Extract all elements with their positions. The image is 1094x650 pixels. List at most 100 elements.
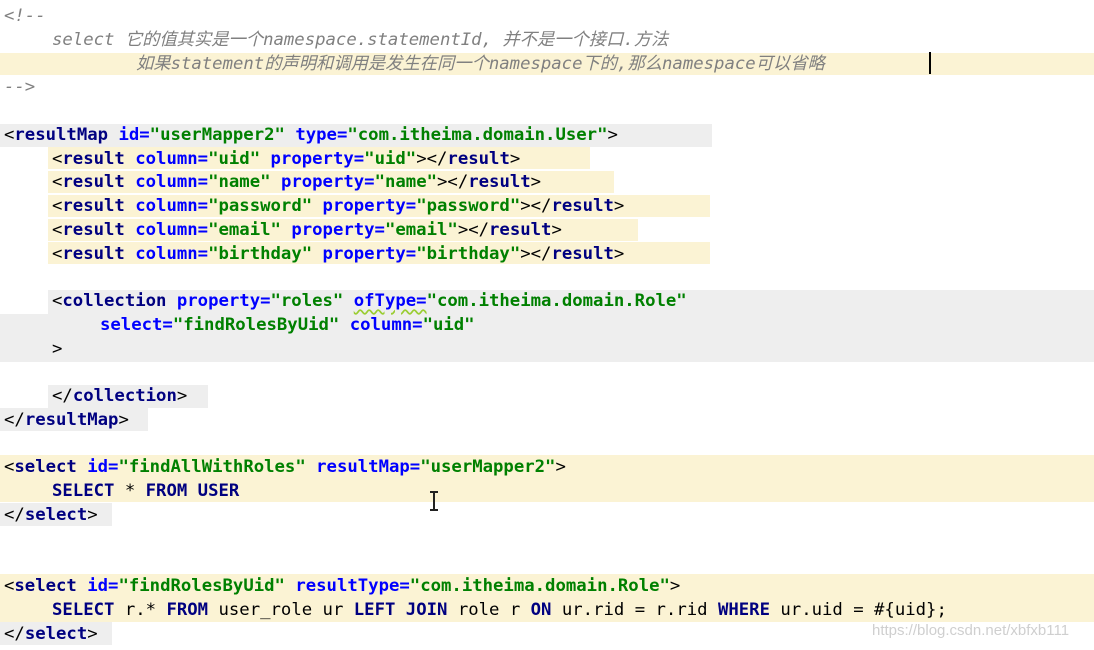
code-token: result (62, 243, 136, 264)
code-token: select 它的值其实是一个namespace.statementId, 并不… (52, 29, 669, 50)
code-token: > (52, 338, 63, 359)
code-token: < (52, 243, 63, 264)
code-line[interactable]: <result column="name" property="name"></… (52, 170, 541, 194)
code-token: ></ (437, 172, 469, 193)
code-line[interactable]: </resultMap> (4, 408, 129, 432)
code-token: resultType= (295, 576, 410, 596)
code-token: > (87, 504, 98, 525)
code-token: > (551, 219, 562, 240)
code-token: id= (118, 124, 150, 145)
code-token: * (124, 481, 146, 501)
code-line[interactable]: <result column="uid" property="uid"></re… (52, 147, 520, 171)
code-token: "name" (208, 172, 281, 193)
code-token: > (555, 457, 566, 478)
code-token: </ (52, 386, 73, 406)
code-token: "email" (208, 219, 292, 240)
code-token: id= (87, 457, 119, 478)
code-line[interactable]: </select> (4, 503, 98, 527)
code-token: result (62, 148, 136, 169)
code-line[interactable]: SELECT * FROM USER (52, 479, 239, 503)
code-token: "com.itheima.domain.Role" (409, 576, 670, 596)
code-token: LEFT JOIN (353, 599, 458, 620)
code-token: WHERE (717, 599, 781, 620)
code-token: "roles" (270, 291, 354, 311)
code-line[interactable]: <result column="email" property="email">… (52, 218, 562, 242)
code-token: ur.rid = r.rid (561, 599, 718, 620)
code-token: </ (4, 409, 25, 430)
code-line[interactable]: <select id="findRolesByUid" resultType="… (4, 574, 680, 598)
code-token: "birthday" (416, 243, 521, 264)
ibeam-cursor-icon (430, 491, 438, 511)
code-token: role r (457, 599, 531, 620)
code-token: resultMap (14, 124, 119, 145)
code-token: property= (176, 291, 271, 311)
code-token: </ (4, 504, 25, 525)
code-token: < (52, 172, 63, 193)
code-token: user_role ur (218, 599, 354, 620)
code-token: ofType= (353, 291, 427, 311)
code-token: 如果statement的声明和调用是发生在同一个namespace下的,那么na… (136, 53, 825, 74)
code-token: select (14, 457, 88, 478)
code-token: ></ (416, 148, 448, 169)
code-token: resultMap (24, 409, 119, 430)
code-token: result (551, 196, 614, 216)
code-token: < (4, 457, 15, 478)
code-token: > (613, 196, 625, 216)
code-token: < (52, 219, 63, 240)
code-token: <!-- (4, 6, 46, 26)
code-line[interactable]: <collection property="roles" ofType="com… (52, 289, 687, 313)
code-line[interactable]: <select id="findAllWithRoles" resultMap=… (4, 455, 566, 479)
code-token: "userMapper2" (149, 124, 296, 145)
code-token: > (607, 124, 618, 145)
code-token: "password" (208, 196, 323, 216)
code-line[interactable]: <!-- (4, 4, 46, 28)
code-token: < (4, 124, 15, 145)
code-line[interactable]: 如果statement的声明和调用是发生在同一个namespace下的,那么na… (136, 52, 825, 76)
code-line[interactable]: select 它的值其实是一个namespace.statementId, 并不… (52, 28, 668, 52)
code-token: resultMap= (316, 457, 421, 478)
code-token: "findAllWithRoles" (118, 457, 317, 478)
code-line[interactable]: --> (4, 75, 35, 99)
code-token: result (551, 243, 614, 264)
code-token: "uid" (208, 148, 271, 169)
code-line[interactable]: </collection> (52, 384, 187, 408)
code-editor[interactable]: <!-- select 它的值其实是一个namespace.statementId… (0, 0, 1094, 650)
code-token: "password" (416, 196, 521, 216)
code-token: r.* (124, 599, 167, 620)
code-token: "email" (384, 219, 458, 240)
code-token: > (669, 576, 681, 596)
code-line[interactable]: select="findRolesByUid" column="uid" (100, 313, 475, 337)
code-token: < (4, 576, 15, 596)
code-token: > (118, 409, 129, 430)
text-caret (929, 52, 931, 74)
code-token: result (447, 148, 510, 169)
code-line[interactable]: > (52, 337, 62, 361)
code-token: result (62, 196, 136, 216)
code-token: id= (87, 576, 119, 596)
code-token: > (613, 243, 625, 264)
code-line[interactable]: SELECT r.* FROM user_role ur LEFT JOIN r… (52, 598, 947, 622)
code-token: > (509, 148, 521, 169)
code-token: > (176, 386, 188, 406)
code-token: > (530, 172, 542, 193)
code-token: column= (135, 219, 209, 240)
code-token: property= (291, 219, 385, 240)
code-line[interactable]: <resultMap id="userMapper2" type="com.it… (4, 123, 618, 147)
code-token: "uid" (364, 148, 417, 169)
code-token: property= (322, 243, 417, 264)
code-line[interactable]: <result column="password" property="pass… (52, 194, 624, 218)
code-token: result (468, 172, 531, 193)
code-token: "name" (374, 172, 438, 193)
code-line[interactable]: <result column="birthday" property="birt… (52, 242, 624, 266)
code-token: SELECT (52, 481, 125, 501)
code-line[interactable]: </select> (4, 622, 98, 646)
watermark: https://blog.csdn.net/xbfxb111 (872, 622, 1070, 639)
code-token: type= (295, 124, 348, 145)
code-token: --> (4, 77, 36, 98)
code-token: < (52, 196, 63, 216)
code-token: column= (135, 148, 209, 169)
code-token: result (489, 219, 552, 240)
code-token: ur.uid = #{uid}; (780, 599, 947, 620)
code-token: ></ (457, 219, 490, 240)
code-token: select (24, 623, 88, 644)
